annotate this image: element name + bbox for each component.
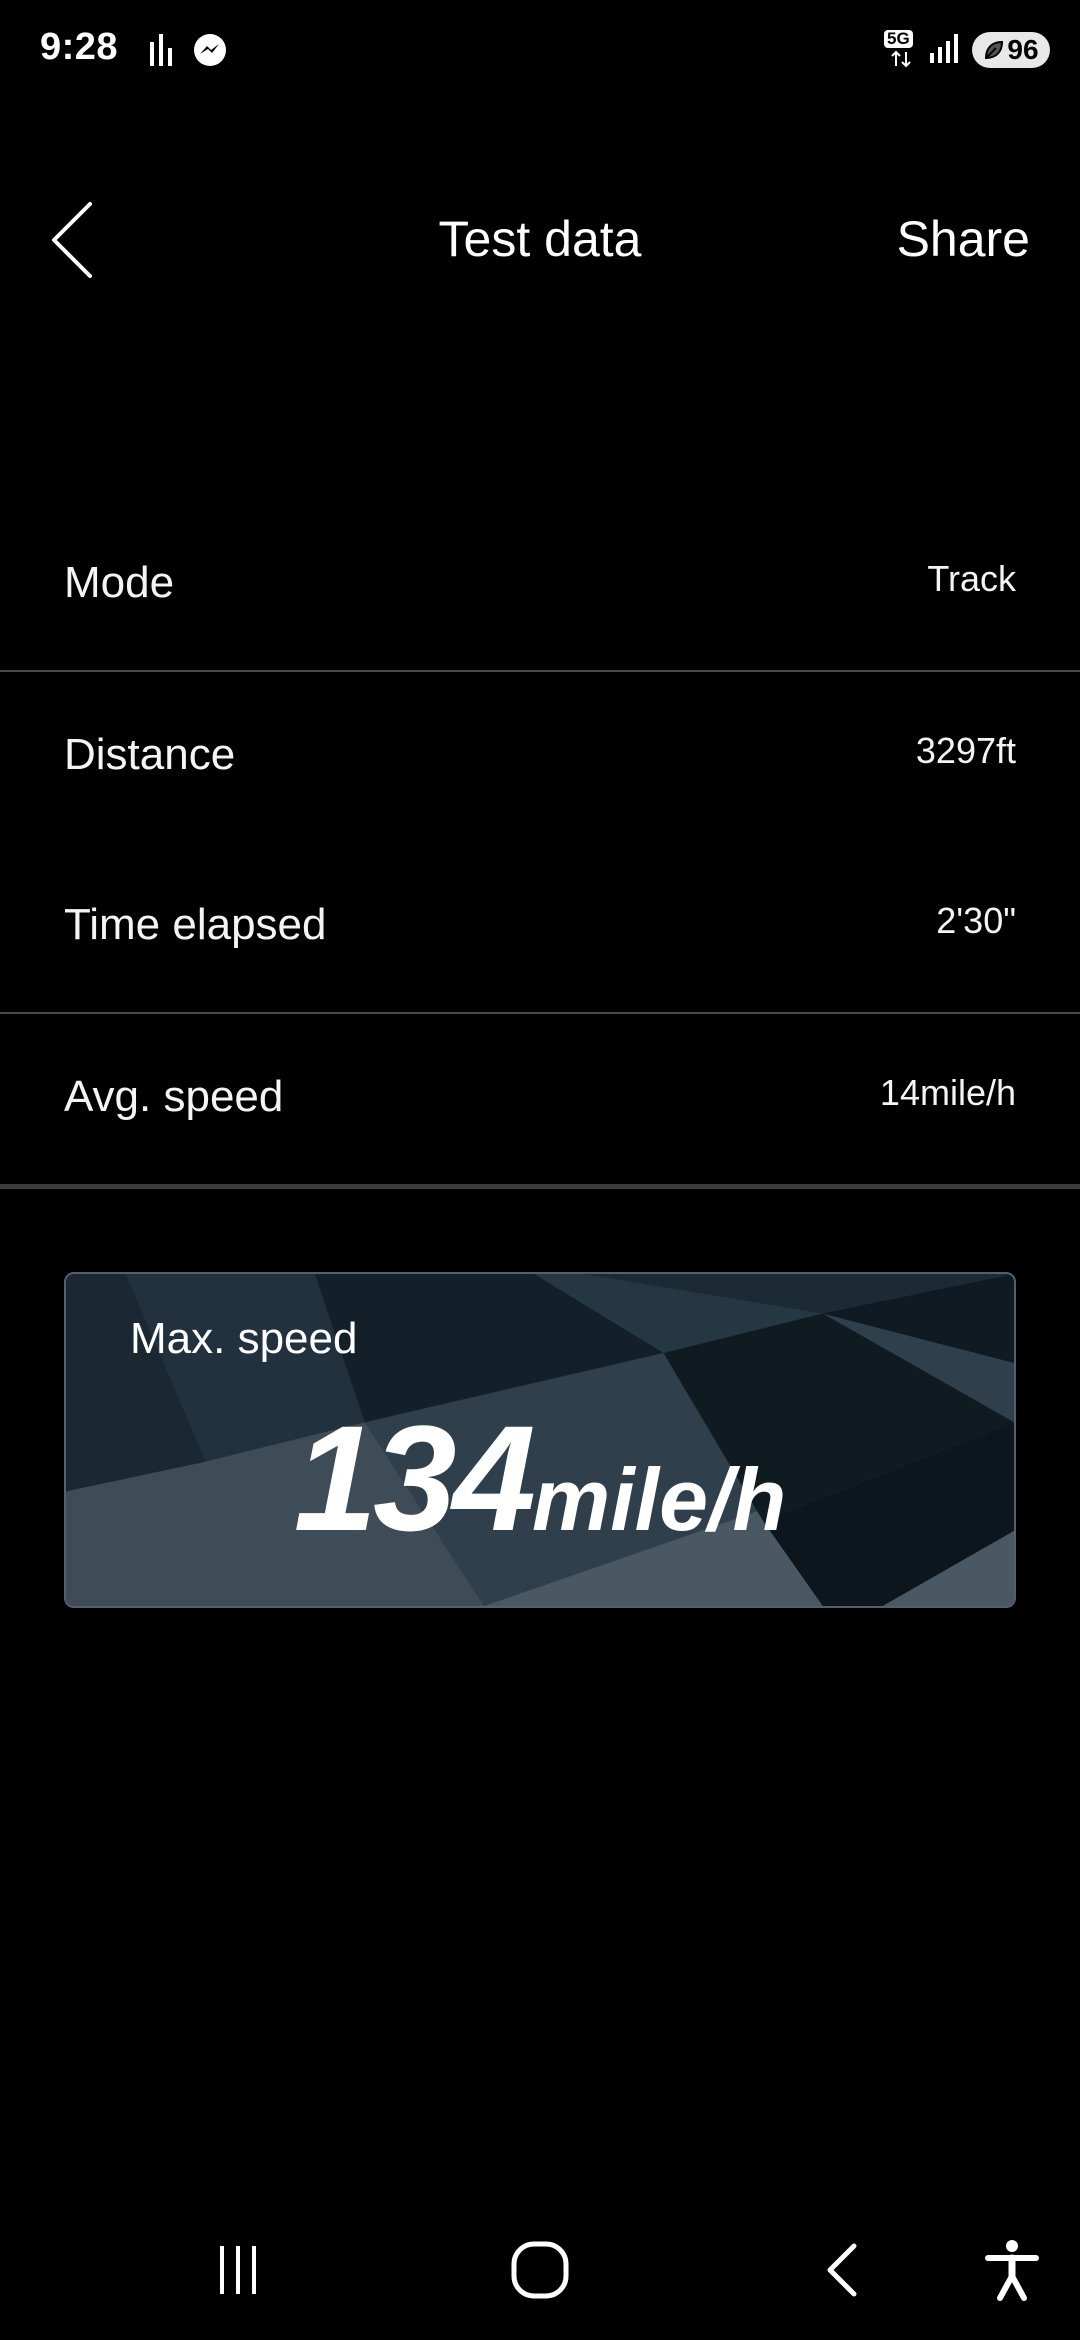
row-value: Track — [927, 558, 1016, 599]
battery-level: 96 — [1007, 34, 1039, 65]
row-label: Time elapsed — [64, 900, 327, 949]
battery-icon: 96 — [972, 32, 1050, 68]
row-distance: Distance 3297ft — [0, 672, 1080, 842]
row-label: Distance — [64, 730, 236, 779]
row-value: 14mile/h — [879, 1072, 1016, 1113]
signal-icon — [928, 31, 962, 70]
row-value: 2'30" — [936, 900, 1016, 941]
row-label: Avg. speed — [64, 1072, 284, 1121]
row-time-elapsed: Time elapsed 2'30" — [0, 842, 1080, 1012]
nav-back-button[interactable] — [804, 2230, 884, 2310]
bars-icon — [148, 32, 174, 73]
max-speed-card: Max. speed 134mile/h — [64, 1272, 1016, 1608]
home-icon — [511, 2241, 569, 2299]
divider — [0, 1184, 1080, 1189]
back-icon — [827, 2243, 857, 2297]
status-bar: 9:28 5G 96 — [0, 0, 1080, 100]
recent-apps-button[interactable] — [198, 2230, 278, 2310]
max-speed-unit: mile/h — [531, 1450, 787, 1549]
header: Test data Share — [0, 180, 1080, 300]
home-button[interactable] — [500, 2230, 580, 2310]
accessibility-icon — [985, 2240, 1039, 2301]
status-right-icons: 5G 96 — [884, 30, 1050, 70]
recent-apps-icon — [220, 2246, 256, 2294]
status-left-icons — [148, 32, 228, 73]
test-data-list: Mode Track Distance 3297ft Time elapsed … — [0, 500, 1080, 1189]
row-value: 3297ft — [915, 730, 1016, 771]
share-button[interactable]: Share — [897, 210, 1030, 268]
5g-icon: 5G — [884, 30, 918, 70]
leaf-icon — [985, 40, 1004, 60]
status-time: 9:28 — [40, 26, 119, 68]
row-mode: Mode Track — [0, 500, 1080, 670]
max-speed-value: 134mile/h — [66, 1392, 1014, 1565]
max-speed-label: Max. speed — [130, 1314, 358, 1363]
messenger-icon — [192, 32, 228, 73]
row-avg-speed: Avg. speed 14mile/h — [0, 1014, 1080, 1184]
max-speed-number: 134 — [293, 1394, 536, 1562]
accessibility-button[interactable] — [972, 2230, 1052, 2310]
row-label: Mode — [64, 558, 175, 607]
system-navigation-bar — [0, 2200, 1080, 2340]
